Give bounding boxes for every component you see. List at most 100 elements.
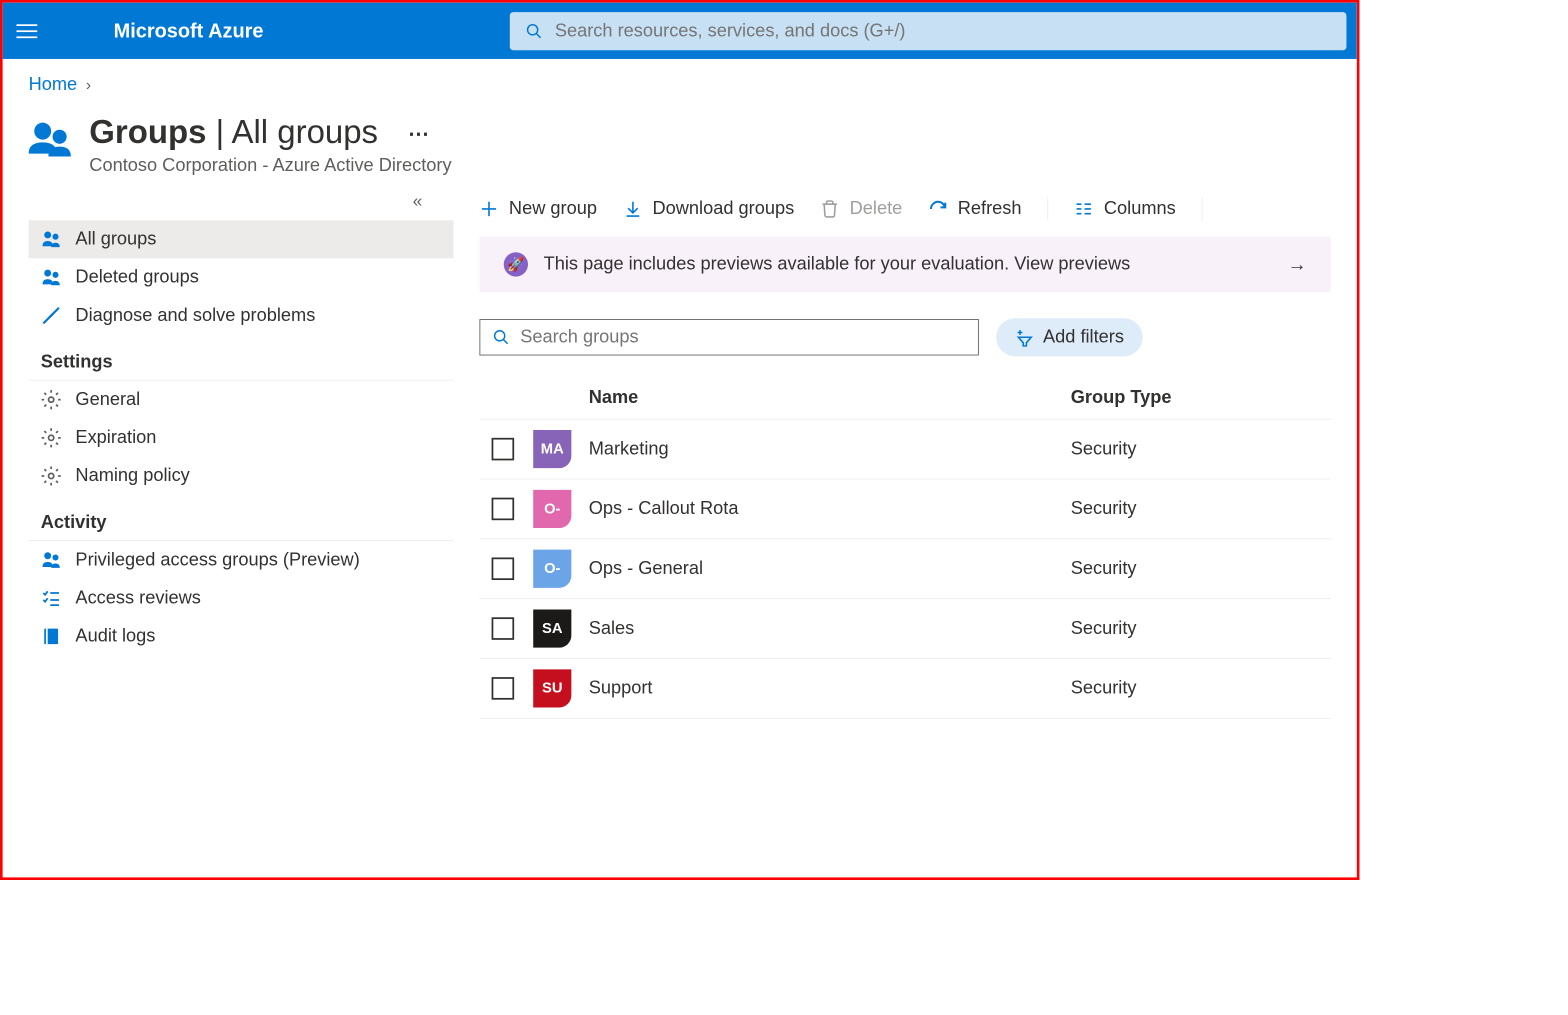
- table-row[interactable]: SU Support Security: [479, 659, 1330, 719]
- row-checkbox[interactable]: [492, 617, 515, 640]
- gear-icon: [41, 427, 62, 448]
- search-groups-field[interactable]: [520, 327, 966, 348]
- sidebar-item-deleted-groups[interactable]: Deleted groups: [29, 258, 454, 296]
- sidebar-item-label: Diagnose and solve problems: [75, 305, 315, 326]
- sidebar-item-label: General: [75, 389, 140, 410]
- delete-button: Delete: [820, 199, 902, 220]
- sidebar-item-access-reviews[interactable]: Access reviews: [29, 579, 454, 617]
- arrow-right-icon[interactable]: →: [1287, 253, 1306, 276]
- groups-icon: [41, 550, 62, 571]
- column-header-type[interactable]: Group Type: [1071, 388, 1331, 409]
- toolbar-label: New group: [509, 199, 597, 220]
- table-row[interactable]: SA Sales Security: [479, 599, 1330, 659]
- groups-table: Name Group Type MA Marketing Security O-…: [479, 377, 1330, 719]
- groups-icon: [41, 267, 62, 288]
- row-checkbox[interactable]: [492, 438, 515, 461]
- checklist-icon: [41, 588, 62, 609]
- toolbar-separator: [1202, 197, 1203, 221]
- group-type: Security: [1071, 618, 1331, 639]
- download-icon: [623, 199, 642, 218]
- group-type: Security: [1071, 499, 1331, 520]
- toolbar: New group Download groups Delete Refresh: [479, 192, 1330, 237]
- plus-icon: [479, 199, 498, 218]
- add-filters-button[interactable]: Add filters: [996, 318, 1143, 356]
- top-bar: Microsoft Azure: [3, 3, 1357, 59]
- sidebar-item-all-groups[interactable]: All groups: [29, 220, 454, 258]
- global-search[interactable]: [510, 12, 1347, 50]
- collapse-sidebar-icon[interactable]: «: [29, 192, 454, 212]
- page-title: Groups | All groups ⋯: [89, 114, 430, 150]
- group-avatar: O-: [533, 490, 571, 528]
- trash-icon: [820, 199, 839, 218]
- group-avatar: MA: [533, 430, 571, 468]
- group-name: Ops - General: [589, 558, 1071, 579]
- sidebar-item-label: Audit logs: [75, 626, 155, 647]
- hamburger-menu-icon[interactable]: [13, 17, 41, 45]
- filter-row: Add filters: [479, 318, 1330, 356]
- add-filters-label: Add filters: [1043, 327, 1124, 348]
- row-checkbox[interactable]: [492, 498, 515, 521]
- gear-icon: [41, 466, 62, 487]
- sidebar-item-label: Privileged access groups (Preview): [75, 550, 359, 571]
- toolbar-label: Columns: [1104, 199, 1176, 220]
- table-row[interactable]: O- Ops - General Security: [479, 539, 1330, 599]
- refresh-button[interactable]: Refresh: [928, 199, 1021, 220]
- sidebar-item-label: Naming policy: [75, 466, 189, 487]
- row-checkbox[interactable]: [492, 557, 515, 580]
- group-type: Security: [1071, 558, 1331, 579]
- group-name: Marketing: [589, 439, 1071, 460]
- sidebar-item-label: Access reviews: [75, 588, 200, 609]
- toolbar-label: Refresh: [958, 199, 1022, 220]
- gear-icon: [41, 389, 62, 410]
- sidebar-item-diagnose[interactable]: Diagnose and solve problems: [29, 297, 454, 335]
- sidebar-item-general[interactable]: General: [29, 381, 454, 419]
- columns-icon: [1074, 199, 1093, 218]
- group-name: Ops - Callout Rota: [589, 499, 1071, 520]
- search-icon: [525, 22, 542, 39]
- group-avatar: SA: [533, 610, 571, 648]
- banner-text[interactable]: This page includes previews available fo…: [544, 254, 1131, 275]
- search-groups-input[interactable]: [479, 319, 978, 355]
- table-row[interactable]: MA Marketing Security: [479, 420, 1330, 480]
- page-subtitle: Contoso Corporation - Azure Active Direc…: [89, 155, 451, 176]
- sidebar-item-privileged-access[interactable]: Privileged access groups (Preview): [29, 541, 454, 579]
- new-group-button[interactable]: New group: [479, 199, 597, 220]
- row-checkbox[interactable]: [492, 677, 515, 700]
- toolbar-label: Download groups: [652, 199, 794, 220]
- column-header-name[interactable]: Name: [589, 388, 1071, 409]
- search-icon: [492, 329, 509, 346]
- preview-banner: 🚀 This page includes previews available …: [479, 237, 1330, 292]
- group-name: Sales: [589, 618, 1071, 639]
- sidebar-section-activity: Activity: [29, 495, 454, 541]
- sidebar-item-label: All groups: [75, 229, 156, 250]
- download-groups-button[interactable]: Download groups: [623, 199, 794, 220]
- more-actions-icon[interactable]: ⋯: [408, 123, 431, 146]
- global-search-input[interactable]: [555, 20, 1331, 41]
- group-type: Security: [1071, 439, 1331, 460]
- sidebar-section-settings: Settings: [29, 335, 454, 381]
- refresh-icon: [928, 199, 947, 218]
- group-avatar: SU: [533, 669, 571, 707]
- sidebar-item-naming-policy[interactable]: Naming policy: [29, 457, 454, 495]
- breadcrumb-home[interactable]: Home: [29, 75, 78, 96]
- rocket-icon: 🚀: [504, 252, 528, 276]
- wrench-icon: [41, 305, 62, 326]
- chevron-right-icon: ›: [86, 76, 91, 94]
- main-panel: New group Download groups Delete Refresh: [453, 192, 1330, 719]
- brand-label[interactable]: Microsoft Azure: [62, 19, 264, 42]
- page-title-bold: Groups: [89, 114, 206, 150]
- sidebar: « All groups Deleted groups Diagnose and…: [29, 192, 454, 719]
- sidebar-item-audit-logs[interactable]: Audit logs: [29, 617, 454, 655]
- page-title-thin: All groups: [232, 114, 379, 150]
- page-header: Groups | All groups ⋯ Contoso Corporatio…: [29, 114, 1331, 176]
- table-header: Name Group Type: [479, 377, 1330, 419]
- toolbar-separator: [1048, 197, 1049, 221]
- table-row[interactable]: O- Ops - Callout Rota Security: [479, 479, 1330, 539]
- sidebar-item-expiration[interactable]: Expiration: [29, 419, 454, 457]
- filter-plus-icon: [1015, 328, 1034, 347]
- group-name: Support: [589, 678, 1071, 699]
- book-icon: [41, 626, 62, 647]
- groups-icon: [29, 120, 74, 164]
- sidebar-item-label: Expiration: [75, 427, 156, 448]
- columns-button[interactable]: Columns: [1074, 199, 1175, 220]
